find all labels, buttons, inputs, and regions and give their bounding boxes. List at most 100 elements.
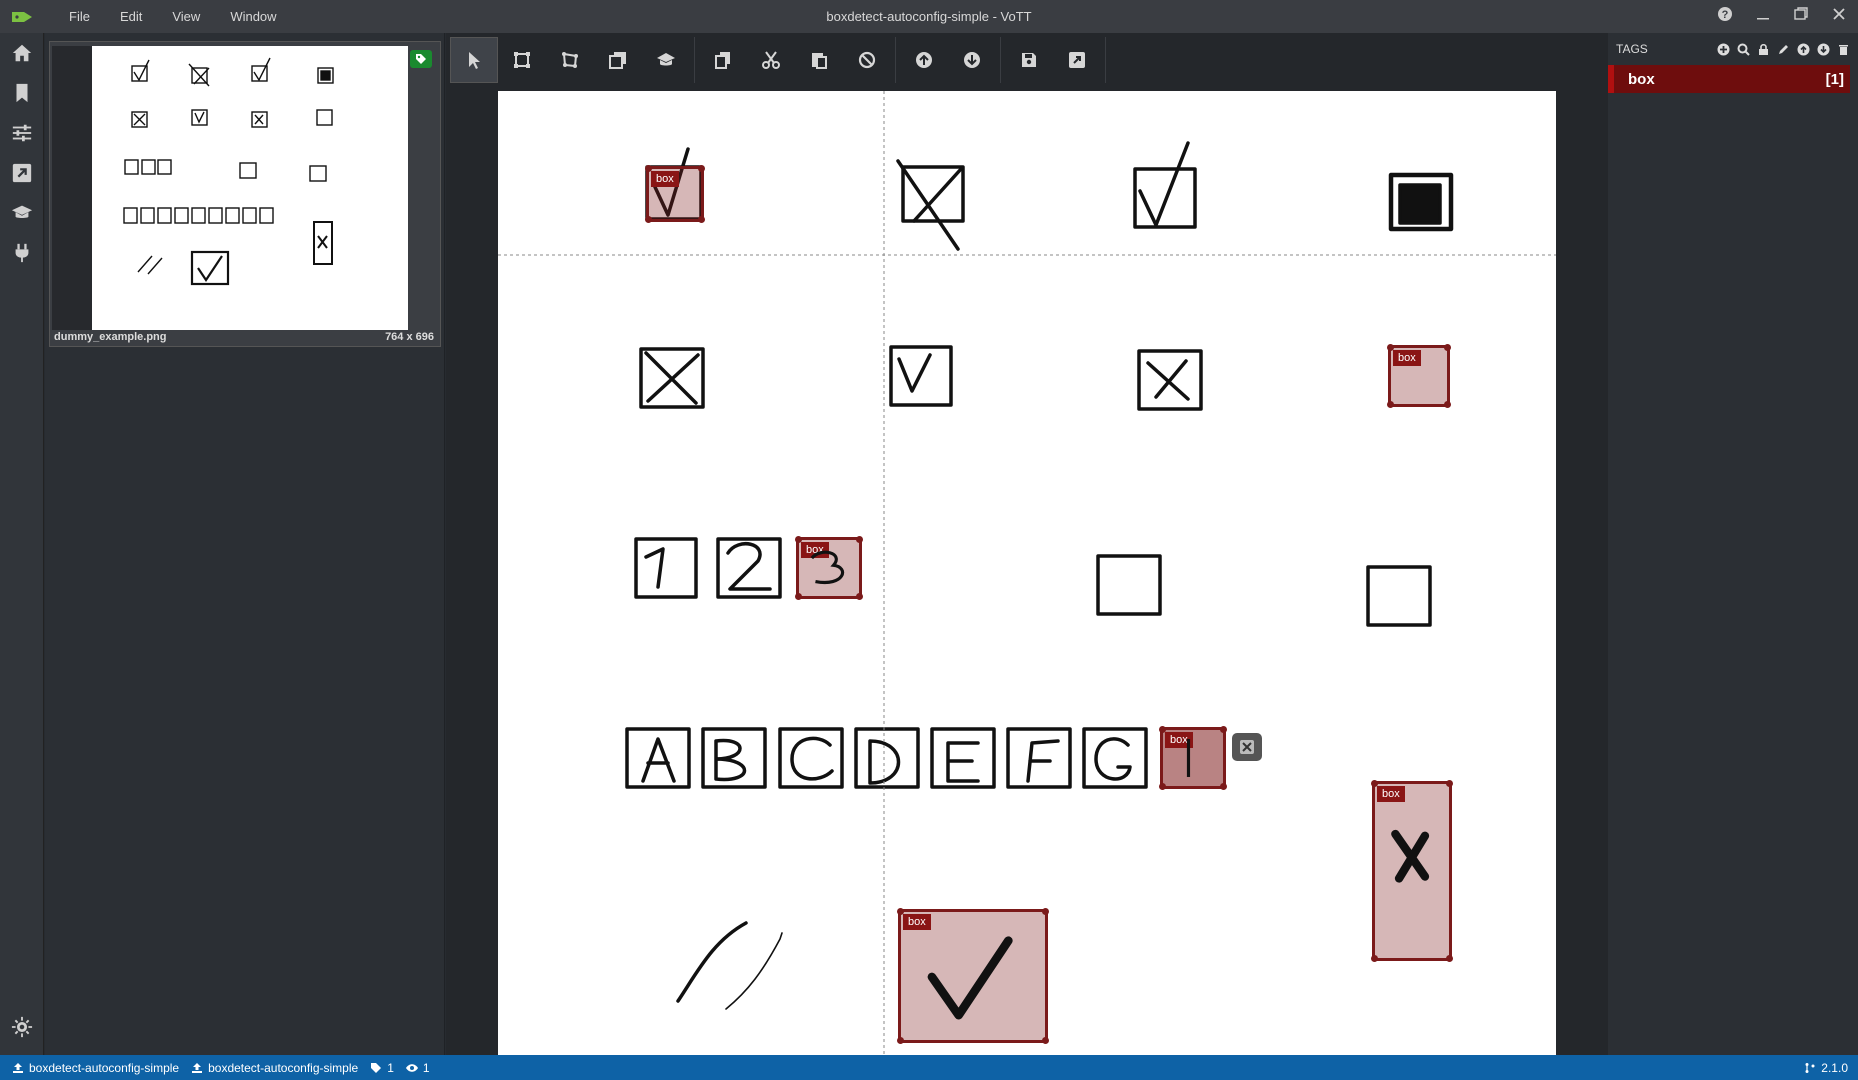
tags-header: TAGS (1608, 33, 1858, 65)
menu-file[interactable]: File (54, 9, 105, 24)
help-icon[interactable]: ? (1706, 6, 1744, 27)
minimize-icon[interactable] (1744, 6, 1782, 27)
bounding-region[interactable]: box (645, 165, 705, 223)
thumbnail-drawing (123, 57, 334, 286)
region-corner-handle[interactable] (897, 908, 904, 915)
settings-sliders-icon[interactable] (0, 113, 44, 153)
menu-edit[interactable]: Edit (105, 9, 157, 24)
window-controls: ? (1706, 0, 1858, 33)
export-icon[interactable] (0, 153, 44, 193)
region-corner-handle[interactable] (1159, 783, 1166, 790)
region-corner-handle[interactable] (1444, 401, 1451, 408)
region-corner-handle[interactable] (795, 593, 802, 600)
thumbnail-image (92, 46, 408, 330)
move-down-icon[interactable] (1817, 43, 1830, 56)
export-icon[interactable] (1053, 37, 1101, 83)
paste-icon[interactable] (795, 37, 843, 83)
region-corner-handle[interactable] (897, 1037, 904, 1044)
toolbar-separator (895, 37, 896, 83)
tag-count: 1 (370, 1061, 394, 1075)
asset-thumbnail[interactable]: dummy_example.png 764 x 696 (49, 41, 441, 347)
tags-header-label: TAGS (1616, 42, 1648, 56)
region-corner-handle[interactable] (1220, 783, 1227, 790)
thumbnail-margin (52, 46, 92, 330)
target-connection-label: boxdetect-autoconfig-simple (208, 1060, 359, 1075)
thumbnail-filename: dummy_example.png (54, 331, 167, 343)
image-canvas[interactable]: box box box box box box (498, 91, 1556, 1055)
toolbar-separator (1000, 37, 1001, 83)
restore-icon[interactable] (1782, 6, 1820, 27)
copy-icon[interactable] (699, 37, 747, 83)
home-icon[interactable] (0, 33, 44, 73)
delete-icon (1240, 740, 1254, 754)
title-bar: File Edit View Window boxdetect-autoconf… (0, 0, 1858, 33)
region-corner-handle[interactable] (1446, 955, 1453, 962)
copy-rectangle-icon[interactable] (594, 37, 642, 83)
region-corner-handle[interactable] (1042, 1037, 1049, 1044)
cut-icon[interactable] (747, 37, 795, 83)
next-icon[interactable] (948, 37, 996, 83)
tags-pane: TAGS box [1] (1608, 33, 1858, 1055)
delete-tag-icon[interactable] (1837, 43, 1850, 56)
vott-logo-icon (12, 11, 32, 22)
region-corner-handle[interactable] (1387, 344, 1394, 351)
save-icon[interactable] (1005, 37, 1053, 83)
region-corner-handle[interactable] (856, 593, 863, 600)
region-corner-handle[interactable] (1220, 726, 1227, 733)
menu-window[interactable]: Window (215, 9, 291, 24)
previous-icon[interactable] (900, 37, 948, 83)
lock-icon[interactable] (1757, 43, 1770, 56)
menu-bar: File Edit View Window (54, 9, 292, 24)
asset-list-pane: dummy_example.png 764 x 696 (45, 33, 445, 1055)
region-content (810, 550, 845, 585)
close-icon[interactable] (1820, 6, 1858, 27)
bounding-region[interactable]: box (795, 536, 863, 600)
graduation-cap-icon[interactable] (0, 193, 44, 233)
region-corner-handle[interactable] (1444, 344, 1451, 351)
active-learning-icon[interactable] (642, 37, 690, 83)
region-corner-handle[interactable] (698, 216, 705, 223)
region-corner-handle[interactable] (698, 165, 705, 172)
region-corner-handle[interactable] (1446, 780, 1453, 787)
move-up-icon[interactable] (1797, 43, 1810, 56)
bookmark-icon[interactable] (0, 73, 44, 113)
region-corner-handle[interactable] (645, 165, 652, 172)
bounding-region[interactable]: box (1387, 344, 1451, 408)
add-tag-icon[interactable] (1717, 43, 1730, 56)
region-corner-handle[interactable] (856, 536, 863, 543)
edit-icon[interactable] (1777, 43, 1790, 56)
region-corner-handle[interactable] (1371, 955, 1378, 962)
upload-icon (192, 1062, 203, 1073)
region-content (927, 936, 1013, 1020)
tags-toolbar (1717, 43, 1850, 56)
app-version-value: 2.1.0 (1821, 1060, 1848, 1075)
app-version: 2.1.0 (1804, 1061, 1848, 1075)
gear-icon[interactable] (0, 1007, 44, 1047)
region-corner-handle[interactable] (1042, 908, 1049, 915)
region-corner-handle[interactable] (795, 536, 802, 543)
editor-pane: box box box box box box (446, 33, 1608, 1055)
search-icon[interactable] (1737, 43, 1750, 56)
upload-icon (13, 1062, 23, 1073)
region-tag-label: box (651, 171, 679, 187)
editor-toolbar (450, 37, 1110, 83)
target-connection: boxdetect-autoconfig-simple (191, 1061, 358, 1075)
polygon-icon[interactable] (546, 37, 594, 83)
visited-count: 1 (405, 1061, 430, 1075)
region-corner-handle[interactable] (1387, 401, 1394, 408)
region-corner-handle[interactable] (1159, 726, 1166, 733)
region-corner-handle[interactable] (1371, 780, 1378, 787)
rectangle-icon[interactable] (498, 37, 546, 83)
menu-view[interactable]: View (157, 9, 215, 24)
plug-icon[interactable] (0, 233, 44, 273)
clear-icon[interactable] (843, 37, 891, 83)
svg-text:?: ? (1722, 9, 1729, 21)
bounding-region[interactable]: box (897, 908, 1049, 1044)
left-navigation (0, 33, 44, 1055)
tag-item-box[interactable]: box [1] (1608, 65, 1850, 93)
region-corner-handle[interactable] (645, 216, 652, 223)
bounding-region[interactable]: box (1371, 780, 1453, 962)
bounding-region[interactable]: box (1159, 726, 1227, 790)
delete-region-button[interactable] (1232, 733, 1262, 761)
select-icon[interactable] (450, 37, 498, 83)
